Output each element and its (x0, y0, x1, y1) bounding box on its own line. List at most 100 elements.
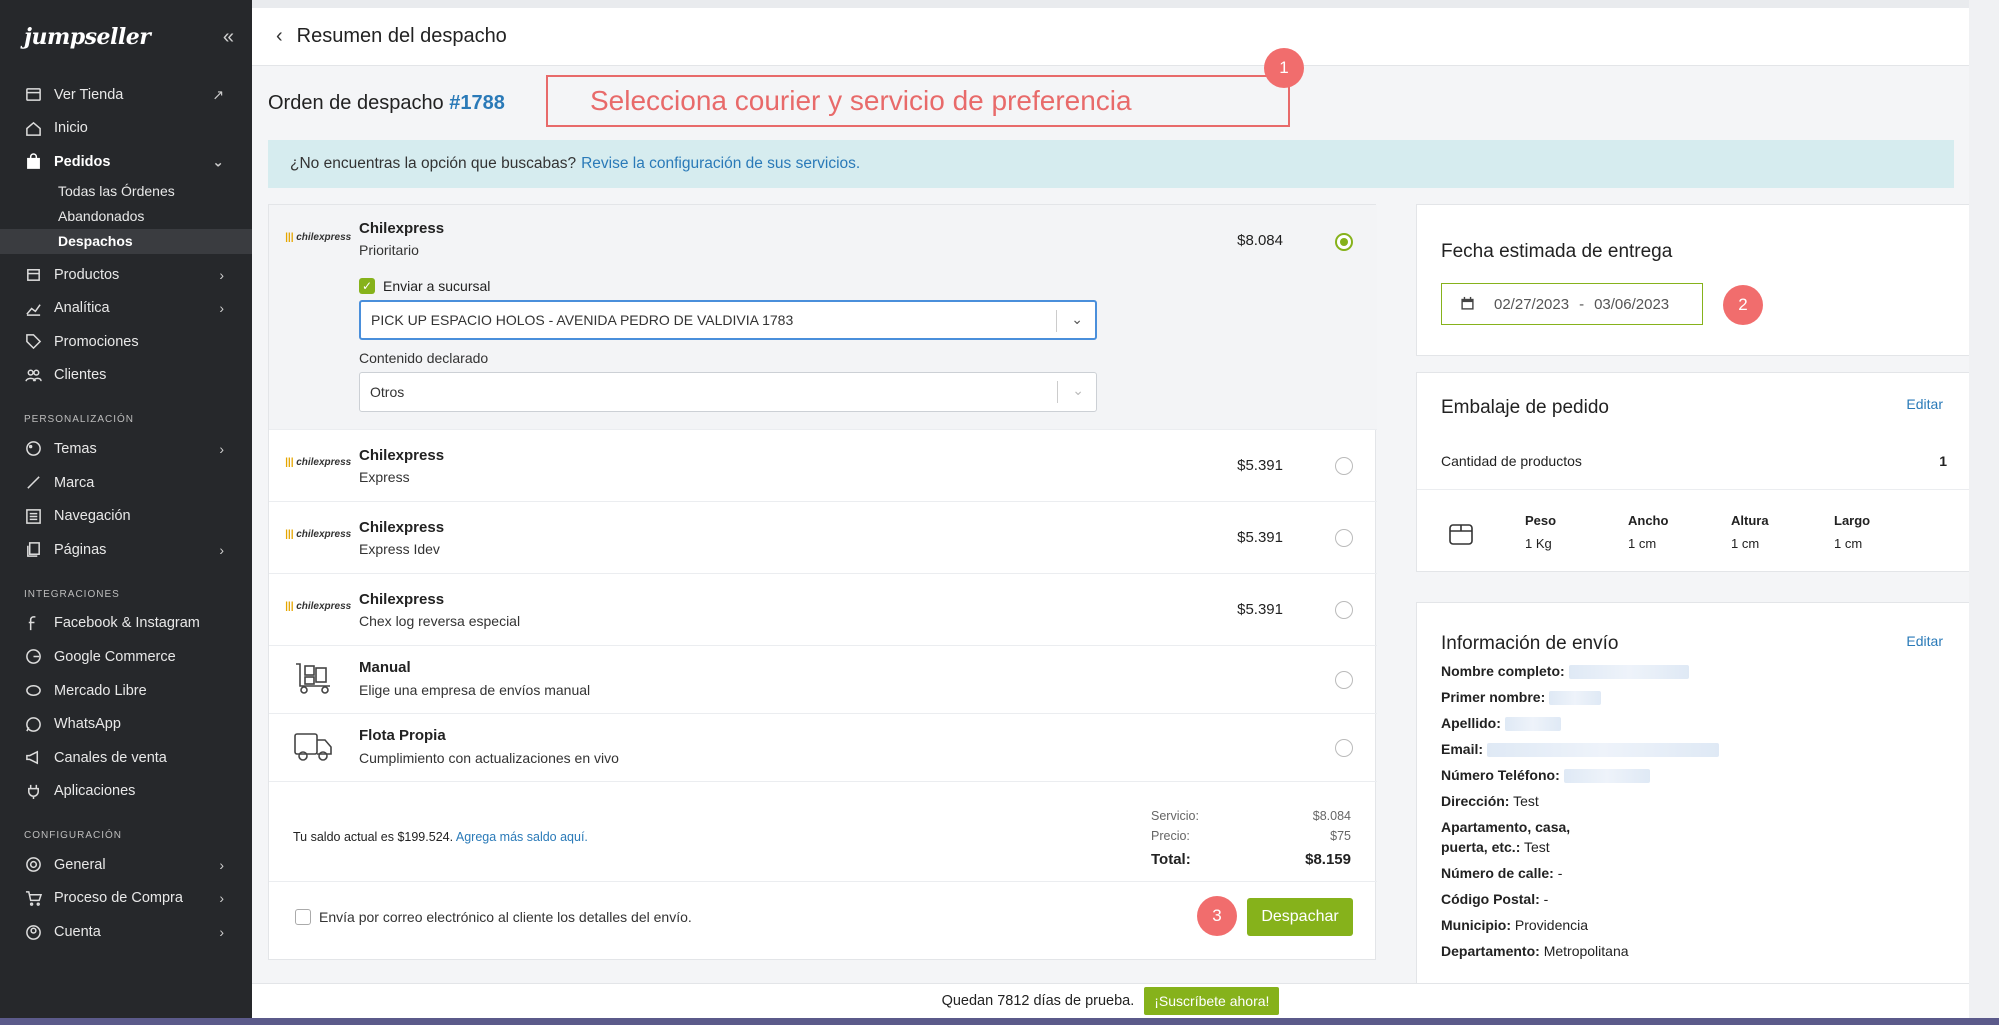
sidebar-item-label: Productos (54, 266, 120, 283)
add-balance-link[interactable]: Agrega más saldo aquí. (456, 830, 588, 844)
sidebar-subitem-abandonados[interactable]: Abandonados (0, 204, 252, 229)
balance-text: Tu saldo actual es $199.524. Agrega más … (293, 830, 588, 844)
sidebar-item-productos[interactable]: Productos › (0, 258, 252, 292)
courier-name: Chilexpress (359, 447, 445, 464)
edit-packaging-link[interactable]: Editar (1906, 396, 1943, 412)
brush-icon (24, 474, 42, 492)
delivery-date-range[interactable]: 02/27/2023 - 03/06/2023 (1441, 283, 1703, 325)
email-notify-checkbox[interactable] (295, 909, 311, 925)
sidebar-item-whatsapp[interactable]: WhatsApp (0, 707, 252, 741)
sidebar-subitem-despachos[interactable]: Despachos (0, 228, 252, 254)
megaphone-icon (24, 749, 42, 767)
sidebar-item-label: Promociones (54, 333, 139, 350)
courier-name: Chilexpress (359, 519, 445, 536)
desktop-edge (0, 1018, 1999, 1025)
courier-radio[interactable] (1335, 671, 1353, 689)
sidebar-item-paginas[interactable]: Páginas › (0, 533, 252, 567)
sidebar-item-marca[interactable]: Marca (0, 466, 252, 500)
config-services-link[interactable]: Revise la configuración de sus servicios… (581, 155, 860, 173)
courier-option[interactable]: ||| chilexpress Chilexpress Express Idev… (269, 502, 1377, 574)
date-to: 03/06/2023 (1594, 295, 1670, 313)
palette-icon (24, 440, 42, 458)
plug-icon (24, 782, 42, 800)
sidebar-item-label: Navegación (54, 508, 131, 525)
courier-radio[interactable] (1335, 739, 1353, 757)
order-number-link[interactable]: #1788 (449, 92, 505, 114)
sidebar: jumpseller « Ver Tienda ↗ Inicio Pedidos… (0, 0, 252, 1025)
dimension-largo: Largo 1 cm (1834, 513, 1871, 551)
service-amount: $8.084 (1312, 809, 1351, 823)
sidebar-item-ver-tienda[interactable]: Ver Tienda ↗ (0, 78, 252, 112)
jumpseller-logo[interactable]: jumpseller (24, 24, 151, 50)
back-arrow-icon[interactable]: ‹ (276, 25, 283, 48)
courier-option[interactable]: ||| chilexpress Chilexpress Express $5.3… (269, 430, 1377, 502)
page-title: Resumen del despacho (296, 25, 507, 47)
annotation-badge-3: 3 (1197, 896, 1237, 936)
send-to-branch-label: Enviar a sucursal (383, 278, 491, 294)
package-dimensions: Peso 1 Kg Ancho 1 cm Altura 1 cm Largo 1 cm (1525, 513, 1937, 551)
courier-name: Chilexpress (359, 220, 445, 237)
background-window-edge (1969, 0, 1999, 1025)
sidebar-item-label: Proceso de Compra (54, 890, 183, 907)
sidebar-item-label: Google Commerce (54, 648, 176, 665)
sidebar-item-inicio[interactable]: Inicio (0, 112, 252, 146)
sidebar-item-canales[interactable]: Canales de venta (0, 741, 252, 775)
pages-icon (24, 541, 42, 559)
sidebar-item-label: Ver Tienda (54, 86, 124, 103)
courier-name: Manual (359, 659, 411, 676)
declared-content-select[interactable]: Otros ⌄ (359, 372, 1097, 412)
courier-radio[interactable] (1335, 601, 1353, 619)
courier-option[interactable]: ||| chilexpress Chilexpress Prioritario … (269, 205, 1377, 430)
sidebar-nav: Ver Tienda ↗ Inicio Pedidos ⌄ Todas las … (0, 78, 252, 949)
sidebar-item-pedidos[interactable]: Pedidos ⌄ (0, 145, 252, 179)
sidebar-subitem-todas[interactable]: Todas las Órdenes (0, 179, 252, 204)
courier-radio[interactable] (1335, 457, 1353, 475)
chevron-right-icon: › (219, 300, 224, 317)
redacted-value (1504, 717, 1561, 732)
subscribe-button[interactable]: ¡Suscríbete ahora! (1144, 987, 1280, 1015)
edit-shipping-link[interactable]: Editar (1906, 633, 1943, 649)
courier-price: $5.391 (1237, 457, 1283, 474)
collapse-sidebar-icon[interactable]: « (223, 26, 234, 49)
email-notify-row[interactable]: Envía por correo electrónico al cliente … (295, 909, 692, 925)
sidebar-item-general[interactable]: General › (0, 848, 252, 882)
courier-name: Flota Propia (359, 727, 446, 744)
sidebar-item-label: Temas (54, 440, 97, 457)
sidebar-item-proceso[interactable]: Proceso de Compra › (0, 882, 252, 916)
chilexpress-logo: ||| chilexpress (285, 529, 352, 540)
handshake-icon (24, 682, 42, 700)
sidebar-item-label: Cuenta (54, 924, 101, 941)
courier-option[interactable]: ||| chilexpress Chilexpress Chex log rev… (269, 574, 1377, 646)
courier-radio[interactable] (1335, 529, 1353, 547)
sidebar-item-mercado[interactable]: Mercado Libre (0, 674, 252, 708)
package-icon (1447, 519, 1475, 550)
chevron-down-icon: ⌄ (1072, 382, 1084, 398)
whatsapp-icon (24, 715, 42, 733)
cart-icon (24, 889, 42, 907)
price-amount: $75 (1330, 829, 1351, 843)
sidebar-item-promociones[interactable]: Promociones (0, 325, 252, 359)
sidebar-item-label: Clientes (54, 367, 107, 384)
sidebar-item-google[interactable]: Google Commerce (0, 640, 252, 674)
panel-footer: Envía por correo electrónico al cliente … (269, 881, 1377, 959)
send-to-branch-row[interactable]: ✓ Enviar a sucursal (359, 278, 490, 294)
sidebar-item-aplicaciones[interactable]: Aplicaciones (0, 775, 252, 809)
courier-service: Express Idev (359, 541, 440, 557)
dimension-altura: Altura 1 cm (1731, 513, 1769, 551)
send-to-branch-checkbox[interactable]: ✓ (359, 278, 375, 294)
sidebar-item-analitica[interactable]: Analítica › (0, 291, 252, 325)
sidebar-item-cuenta[interactable]: Cuenta › (0, 915, 252, 949)
sidebar-item-label: Inicio (54, 120, 88, 137)
section-integraciones: INTEGRACIONES (24, 588, 120, 600)
sidebar-item-navegacion[interactable]: Navegación (0, 499, 252, 533)
dispatch-button[interactable]: Despachar (1247, 898, 1353, 936)
courier-option-flota[interactable]: Flota Propia Cumplimiento con actualizac… (269, 714, 1377, 782)
sidebar-item-facebook[interactable]: Facebook & Instagram (0, 607, 252, 641)
courier-option-manual[interactable]: Manual Elige una empresa de envíos manua… (269, 646, 1377, 714)
branch-select[interactable]: PICK UP ESPACIO HOLOS - AVENIDA PEDRO DE… (359, 300, 1097, 340)
sidebar-item-temas[interactable]: Temas › (0, 432, 252, 466)
courier-radio[interactable] (1335, 233, 1353, 251)
calendar-icon (1460, 296, 1475, 315)
annotation-badge-2: 2 (1723, 285, 1763, 325)
sidebar-item-clientes[interactable]: Clientes (0, 359, 252, 393)
